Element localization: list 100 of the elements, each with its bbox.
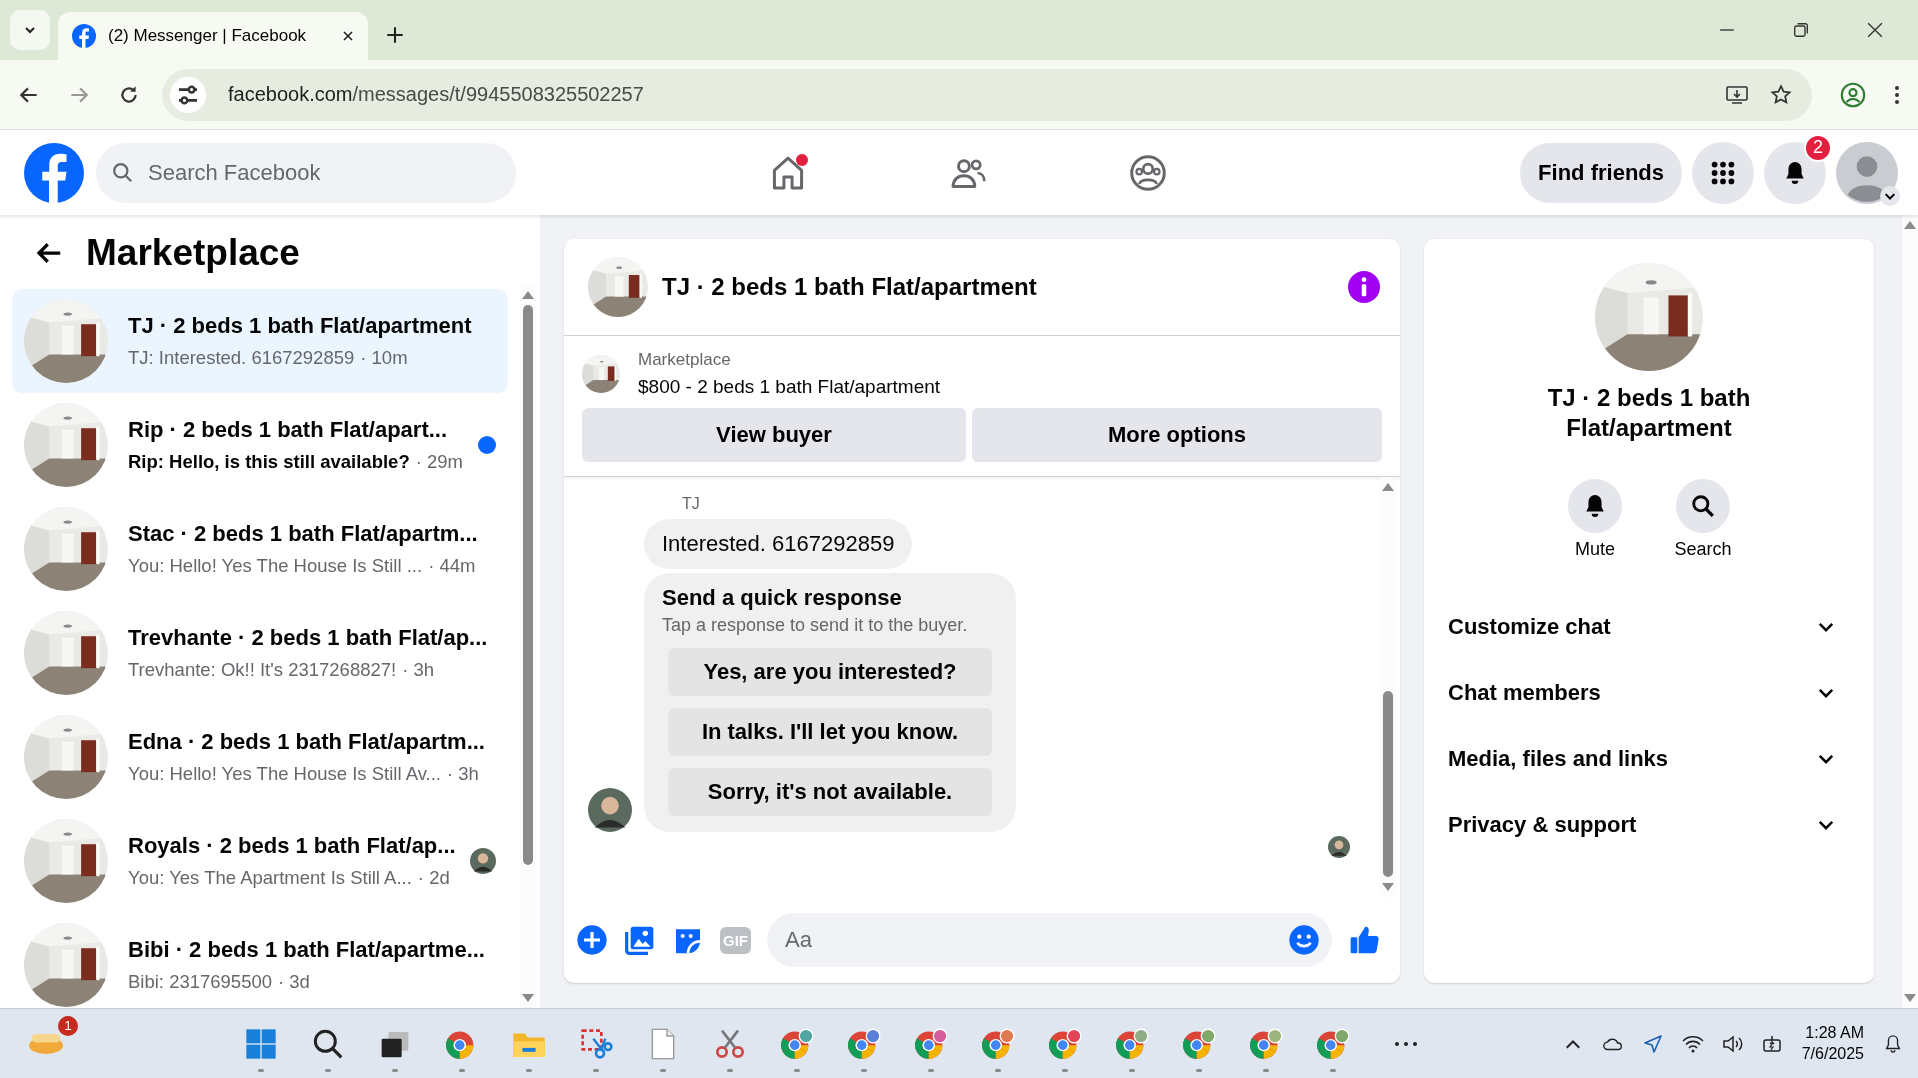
logo-icon bbox=[72, 24, 96, 48]
message-time: · 44m bbox=[428, 555, 476, 577]
logo-icon[interactable] bbox=[24, 142, 84, 203]
browser-icon bbox=[1182, 1027, 1216, 1060]
plus-icon[interactable] bbox=[576, 924, 608, 956]
chevron-down-icon bbox=[24, 24, 36, 36]
volume-icon[interactable] bbox=[1721, 1033, 1744, 1054]
page-title: Marketplace bbox=[86, 232, 300, 274]
message-preview: TJ: Interested. 6167292859 bbox=[128, 347, 355, 369]
profile-icon[interactable] bbox=[1840, 81, 1866, 108]
conversation-title: Stac · 2 beds 1 bath Flat/apartm... bbox=[128, 521, 479, 547]
quick-response-button[interactable]: Sorry, it's not available. bbox=[668, 768, 992, 816]
search-icon bbox=[1691, 494, 1715, 518]
browser-icon bbox=[847, 1027, 881, 1060]
clock[interactable]: 1:28 AM 7/6/2025 bbox=[1801, 1022, 1864, 1065]
search-field[interactable]: Search Facebook bbox=[96, 142, 516, 203]
more-icon[interactable] bbox=[1393, 1040, 1419, 1047]
quick-response-title: Send a quick response bbox=[662, 585, 903, 611]
conversation-title: Trevhante · 2 beds 1 bath Flat/ap... bbox=[128, 625, 489, 651]
conversation-item[interactable]: Trevhante · 2 beds 1 bath Flat/ap... Trevhante: Ok!! It's 2317268827! · 3h bbox=[12, 601, 508, 705]
install-icon[interactable] bbox=[1726, 83, 1748, 106]
notification-badge: 2 bbox=[1804, 133, 1832, 162]
account-button[interactable] bbox=[1836, 141, 1898, 204]
search-icon bbox=[112, 161, 134, 184]
caret-icon bbox=[1880, 185, 1900, 206]
bookmark-star-icon[interactable] bbox=[1770, 83, 1792, 106]
menu-icon[interactable] bbox=[1894, 84, 1900, 105]
close-icon[interactable] bbox=[1867, 22, 1883, 38]
scrollbar[interactable] bbox=[1380, 477, 1396, 897]
message-time: · 3d bbox=[278, 971, 310, 993]
conversation-title: TJ · 2 beds 1 bath Flat/apartment bbox=[1546, 383, 1752, 443]
windows-icon bbox=[244, 1027, 278, 1060]
close-icon[interactable] bbox=[342, 30, 354, 42]
weather-icon bbox=[29, 1033, 63, 1054]
message-time: · 3h bbox=[402, 659, 435, 681]
browser-icon bbox=[1048, 1027, 1082, 1060]
scissors-icon bbox=[713, 1027, 747, 1060]
conversation-item[interactable]: Edna · 2 beds 1 bath Flat/apartm... You: Hello! Yes The House Is Still Av... · 3h bbox=[12, 705, 508, 809]
listing-label: Marketplace bbox=[638, 350, 732, 370]
groups-icon bbox=[1129, 153, 1167, 192]
message-preview: You: Hello! Yes The House Is Still ... bbox=[128, 555, 423, 577]
quick-response-hint: Tap a response to send it to the buyer. bbox=[662, 615, 969, 636]
grid-icon bbox=[1711, 160, 1735, 185]
message-field[interactable]: Aa bbox=[767, 913, 1332, 967]
scrollbar[interactable] bbox=[1902, 215, 1918, 1008]
conversation-item[interactable]: Stac · 2 beds 1 bath Flat/apartm... You: Hello! Yes The House Is Still ... · 44m bbox=[12, 497, 508, 601]
avatar bbox=[1836, 141, 1898, 204]
message-preview: You: Hello! Yes The House Is Still Av... bbox=[128, 763, 441, 785]
image-icon[interactable] bbox=[624, 924, 656, 956]
info-icon[interactable] bbox=[1348, 271, 1380, 303]
message-preview: Rip: Hello, is this still available? bbox=[128, 451, 410, 473]
avatar bbox=[1328, 836, 1350, 858]
notification-dot bbox=[796, 153, 808, 166]
listing-button[interactable]: More options bbox=[972, 408, 1382, 462]
quick-response-button[interactable]: Yes, are you interested? bbox=[668, 648, 992, 696]
message-time: · 29m bbox=[415, 451, 463, 473]
wifi-icon[interactable] bbox=[1681, 1033, 1704, 1054]
scrollbar[interactable] bbox=[520, 285, 536, 1008]
conversation-title: Edna · 2 beds 1 bath Flat/apartm... bbox=[128, 729, 486, 755]
address-bar[interactable]: facebook.com/messages/t/9945508325502257 bbox=[162, 68, 1812, 121]
conversation-title: Rip · 2 beds 1 bath Flat/apart... bbox=[128, 417, 449, 443]
find-friends-button[interactable]: Find friends bbox=[1520, 142, 1682, 203]
new-tab-icon[interactable] bbox=[386, 26, 404, 44]
section-header[interactable]: Media, files and links bbox=[1448, 726, 1850, 792]
browser-tab[interactable]: (2) Messenger | Facebook bbox=[58, 12, 368, 60]
emoji-icon[interactable] bbox=[1288, 924, 1320, 956]
conversation-title: Bibi · 2 beds 1 bath Flat/apartme... bbox=[128, 937, 486, 963]
location-icon[interactable] bbox=[1641, 1033, 1664, 1054]
conversation-item[interactable]: Bibi · 2 beds 1 bath Flat/apartme... Bibi: 2317695500 · 3d bbox=[12, 913, 508, 1008]
section-header[interactable]: Chat members bbox=[1448, 660, 1850, 726]
reload-icon[interactable] bbox=[118, 83, 140, 106]
restore-icon[interactable] bbox=[1793, 22, 1809, 38]
snipping-icon bbox=[579, 1027, 613, 1060]
site-settings-icon[interactable] bbox=[170, 76, 206, 113]
message-preview: You: Yes The Apartment Is Still A... bbox=[128, 867, 412, 889]
search-icon bbox=[311, 1027, 345, 1060]
message-time: · 2d bbox=[417, 867, 450, 889]
quick-response-button[interactable]: In talks. I'll let you know. bbox=[668, 708, 992, 756]
browser-icon bbox=[1115, 1027, 1149, 1060]
browser-icon bbox=[780, 1027, 814, 1060]
chat-title: TJ · 2 beds 1 bath Flat/apartment bbox=[662, 273, 1037, 301]
conversation-item[interactable]: Royals · 2 beds 1 bath Flat/ap... You: Yes The Apartment Is Still A... · 2d bbox=[12, 809, 508, 913]
listing-title: $800 - 2 beds 1 bath Flat/apartment bbox=[638, 376, 941, 398]
listing-button[interactable]: View buyer bbox=[582, 408, 966, 462]
message-time: · 3h bbox=[447, 763, 479, 785]
unread-dot bbox=[478, 436, 496, 454]
message-time: · 10m bbox=[360, 347, 408, 369]
conversation-title: TJ · 2 beds 1 bath Flat/apartment bbox=[128, 313, 473, 339]
avatar bbox=[588, 788, 632, 832]
browser-icon bbox=[1249, 1027, 1283, 1060]
conversation-item[interactable]: Rip · 2 beds 1 bath Flat/apart... Rip: Hello, is this still available? · 29m bbox=[12, 393, 508, 497]
browser-icon bbox=[981, 1027, 1015, 1060]
notification-badge: 1 bbox=[58, 1015, 78, 1036]
conversation-item[interactable]: TJ · 2 beds 1 bath Flat/apartment TJ: Interested. 6167292859 · 10m bbox=[12, 289, 508, 393]
thumbs-up-icon[interactable] bbox=[1348, 924, 1380, 956]
section-header[interactable]: Privacy & support bbox=[1448, 792, 1850, 858]
message-bubble: Interested. 6167292859 bbox=[644, 519, 913, 569]
section-header[interactable]: Customize chat bbox=[1448, 594, 1850, 660]
sender-name: TJ bbox=[682, 495, 701, 513]
battery-icon[interactable] bbox=[1761, 1033, 1784, 1054]
